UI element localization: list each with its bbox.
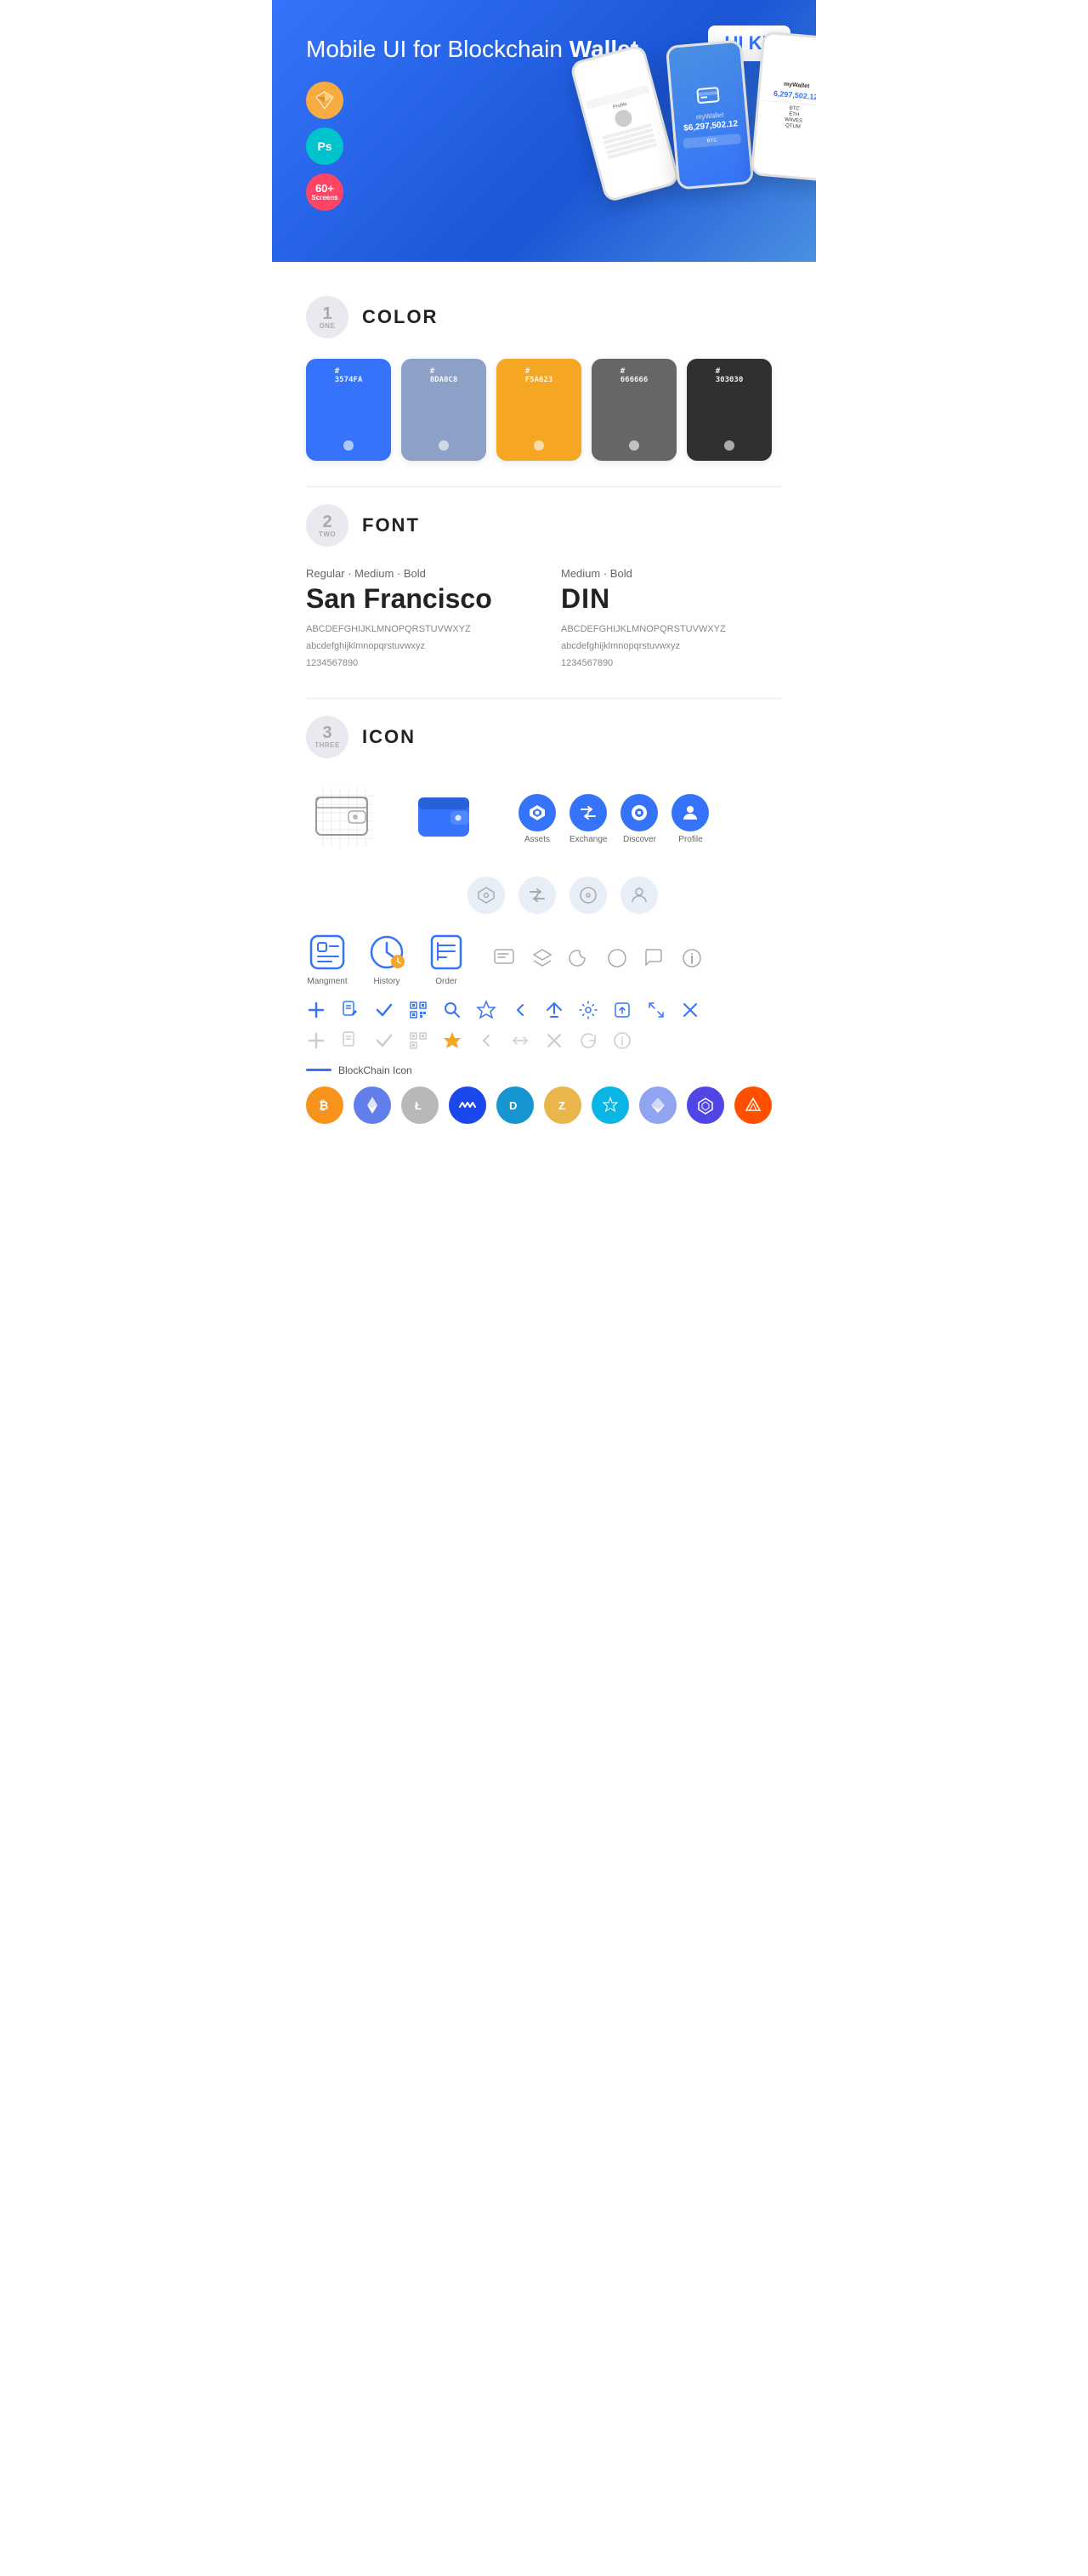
toolbar-icons-active xyxy=(306,1000,782,1020)
profile-icon-item: Profile xyxy=(672,794,709,844)
svg-text:D: D xyxy=(509,1099,517,1112)
star-filled-icon xyxy=(442,1030,462,1051)
color-dot xyxy=(534,440,544,451)
chevron-ghost-icon xyxy=(476,1030,496,1051)
icon-section-number: 3 THREE xyxy=(306,716,348,758)
divider-2 xyxy=(306,698,782,699)
assets-icon-item: Assets xyxy=(518,794,556,844)
color-swatch-black: #303030 xyxy=(687,359,772,461)
color-swatch-blue: #3574FA xyxy=(306,359,391,461)
main-content: 1 ONE COLOR #3574FA #8DA0C8 #F5A623 #666… xyxy=(272,262,816,1149)
x-ghost-icon xyxy=(544,1030,564,1051)
utility-icons xyxy=(493,931,704,986)
arrows-ghost-icon xyxy=(510,1030,530,1051)
star-icon xyxy=(476,1000,496,1020)
font-section-title: FONT xyxy=(362,514,420,536)
ltc-icon: Ł xyxy=(401,1087,439,1124)
assets-icon xyxy=(518,794,556,831)
xlm-icon xyxy=(592,1087,629,1124)
share-icon xyxy=(544,1000,564,1020)
wallet-icons-row: Assets Exchange xyxy=(306,779,782,860)
qr-icon xyxy=(408,1000,428,1020)
icon-section-title: ICON xyxy=(362,726,416,748)
upload-icon xyxy=(612,1000,632,1020)
color-dot xyxy=(343,440,354,451)
color-swatch-gray: #8DA0C8 xyxy=(401,359,486,461)
discover-ghost-icon xyxy=(570,877,607,914)
resize-icon xyxy=(646,1000,666,1020)
color-dot xyxy=(629,440,639,451)
color-section-number: 1 ONE xyxy=(306,296,348,338)
circle-icon xyxy=(605,946,629,970)
layers-icon xyxy=(530,946,554,970)
wallet-wireframe-icon xyxy=(306,779,382,860)
doc-ghost-icon xyxy=(340,1030,360,1051)
rotate-ghost-icon xyxy=(578,1030,598,1051)
exchange-ghost-icon xyxy=(518,877,556,914)
font-section: Regular · Medium · Bold San Francisco AB… xyxy=(306,567,782,672)
doc-edit-icon xyxy=(340,1000,360,1020)
profile-icon xyxy=(672,794,709,831)
exchange-icon xyxy=(570,794,607,831)
divider-1 xyxy=(306,486,782,487)
btc-icon: ₿ xyxy=(306,1087,343,1124)
chevron-left-icon xyxy=(510,1000,530,1020)
moon-icon xyxy=(568,946,592,970)
qr-ghost-icon xyxy=(408,1030,428,1051)
info-ghost-icon xyxy=(612,1030,632,1051)
color-swatch-darkgray: #666666 xyxy=(592,359,677,461)
close-icon xyxy=(680,1000,700,1020)
chat2-icon xyxy=(643,946,666,970)
check-ghost-icon xyxy=(374,1030,394,1051)
eth2-icon xyxy=(639,1087,677,1124)
screens-badge: 60+ Screens xyxy=(306,173,343,211)
blockchain-line xyxy=(306,1069,332,1071)
profile-ghost-icon xyxy=(620,877,658,914)
poly-icon xyxy=(687,1087,724,1124)
hero-section: Mobile UI for Blockchain Wallet UI Kit P… xyxy=(272,0,816,262)
assets-ghost-icon xyxy=(468,877,505,914)
svg-text:₿: ₿ xyxy=(319,1098,328,1112)
font-din: Medium · Bold DIN ABCDEFGHIJKLMNOPQRSTUV… xyxy=(561,567,782,672)
icon-section-header: 3 THREE ICON xyxy=(306,716,782,758)
sketch-badge xyxy=(306,82,343,119)
crypto-icons-row: ₿ Ł D xyxy=(306,1087,782,1124)
history-icon-item: History xyxy=(366,931,408,986)
nav-icons-colored: Assets Exchange xyxy=(518,794,709,844)
plus-ghost-icon xyxy=(306,1030,326,1051)
font-san-francisco: Regular · Medium · Bold San Francisco AB… xyxy=(306,567,527,672)
eth-icon xyxy=(354,1087,391,1124)
plus-icon xyxy=(306,1000,326,1020)
font-section-header: 2 TWO FONT xyxy=(306,504,782,547)
color-section-title: COLOR xyxy=(362,306,438,328)
toolbar-icons-ghost xyxy=(306,1030,782,1051)
discover-icon xyxy=(620,794,658,831)
svg-text:Z: Z xyxy=(558,1099,565,1112)
management-icons-row: Mangment History Order xyxy=(306,931,782,986)
color-dot xyxy=(439,440,449,451)
settings-icon xyxy=(578,1000,598,1020)
discover-icon-item: Discover xyxy=(620,794,658,844)
color-swatches: #3574FA #8DA0C8 #F5A623 #666666 #303030 xyxy=(306,359,782,461)
wallet-solid-icon xyxy=(408,779,484,860)
order-icon-item: Order xyxy=(425,931,468,986)
ps-badge: Ps xyxy=(306,128,343,165)
color-swatch-orange: #F5A623 xyxy=(496,359,581,461)
svg-text:Ł: Ł xyxy=(415,1099,422,1112)
color-dot xyxy=(724,440,734,451)
exchange-icon-item: Exchange xyxy=(570,794,607,844)
search-icon xyxy=(442,1000,462,1020)
info-icon xyxy=(680,946,704,970)
check-icon xyxy=(374,1000,394,1020)
blockchain-label: BlockChain Icon xyxy=(306,1064,782,1076)
color-section-header: 1 ONE COLOR xyxy=(306,296,782,338)
bat-icon xyxy=(734,1087,772,1124)
nav-icons-ghost xyxy=(468,877,782,914)
dash-icon: D xyxy=(496,1087,534,1124)
font-section-number: 2 TWO xyxy=(306,504,348,547)
management-icon-item: Mangment xyxy=(306,931,348,986)
chat-icon xyxy=(493,946,517,970)
waves-icon xyxy=(449,1087,486,1124)
zec-icon: Z xyxy=(544,1087,581,1124)
